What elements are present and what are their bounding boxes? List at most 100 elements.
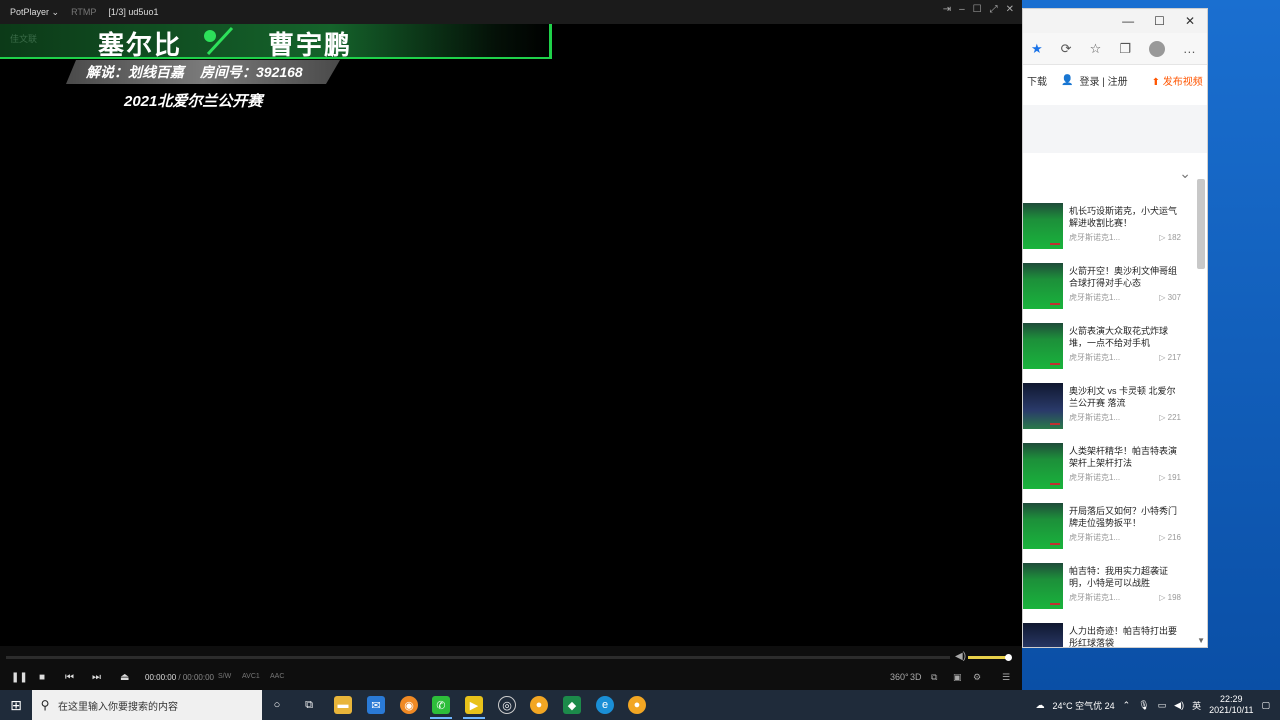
- audio-codec[interactable]: AAC: [270, 673, 284, 680]
- close-icon[interactable]: ✕: [1006, 4, 1014, 15]
- clock[interactable]: 22:29 2021/10/11: [1209, 694, 1253, 716]
- video-thumbnail[interactable]: [1023, 323, 1063, 369]
- video-info: 人力出奇迹！帕吉特打出要彤红球落袋: [1069, 623, 1181, 647]
- weather-icon[interactable]: ☁: [1036, 700, 1045, 711]
- video-thumbnail[interactable]: [1023, 263, 1063, 309]
- app-orange2-icon[interactable]: ●: [628, 696, 646, 714]
- fullscreen-icon[interactable]: ⤢: [990, 4, 998, 15]
- player-titlebar: PotPlayer ⌄ RTMP [1/3] ud5uo1 ⇥ – ☐ ⤢ ✕: [0, 0, 1022, 24]
- eject-icon[interactable]: ⏏: [120, 672, 129, 683]
- video-list-item[interactable]: 帕吉特：我用实力超袭证明，小特是可以战胜 虎牙斯诺克1... ▷ 198: [1023, 563, 1181, 623]
- previous-icon[interactable]: ⏮: [65, 672, 74, 683]
- task-view-icon[interactable]: ⧉: [300, 696, 318, 714]
- cortana-icon[interactable]: ○: [268, 696, 286, 714]
- maximize-icon[interactable]: ☐: [973, 4, 982, 15]
- video-title[interactable]: 开局落后又如何？小特秀门牌走位强势扳平！: [1069, 505, 1181, 529]
- capture-icon[interactable]: ⧉: [931, 672, 937, 683]
- login-link[interactable]: 登录 | 注册: [1079, 73, 1127, 88]
- start-button[interactable]: ⊞: [0, 690, 32, 720]
- chevron-down-icon[interactable]: ⌄: [1179, 165, 1191, 182]
- profile-avatar[interactable]: [1148, 40, 1165, 57]
- minimize-icon[interactable]: —: [1122, 14, 1134, 28]
- close-icon[interactable]: ✕: [1185, 14, 1195, 28]
- video-title[interactable]: 人力出奇迹！帕吉特打出要彤红球落袋: [1069, 625, 1181, 647]
- next-icon[interactable]: ⏭: [92, 672, 101, 683]
- room-number: 房间号：392168: [200, 64, 303, 80]
- video-meta: 虎牙斯诺克1... ▷ 216: [1069, 532, 1181, 544]
- sw-toggle[interactable]: S/W: [218, 673, 231, 680]
- video-title[interactable]: 帕吉特：我用实力超袭证明，小特是可以战胜: [1069, 565, 1181, 589]
- speaker-icon[interactable]: ◀): [1174, 700, 1184, 711]
- video-list-item[interactable]: 火箭表演大众取花式炸球堆，一点不给对手机 虎牙斯诺克1... ▷ 217: [1023, 323, 1181, 383]
- video-list-item[interactable]: 奥沙利文 vs 卡灵顿 北爱尔兰公开赛 落流 虎牙斯诺克1... ▷ 221: [1023, 383, 1181, 443]
- settings-icon[interactable]: ⚙: [973, 672, 981, 683]
- video-title[interactable]: 人类架杆精华！帕吉特表演架杆上架杆打法: [1069, 445, 1181, 469]
- taskbar-search[interactable]: ⚲ 在这里输入你要搜索的内容: [32, 690, 262, 720]
- volume-icon[interactable]: ◀): [955, 651, 966, 662]
- weather-text[interactable]: 24°C 空气优 24: [1053, 699, 1115, 712]
- playlist-toggle-icon[interactable]: ▣: [953, 672, 962, 683]
- tray-expand-icon[interactable]: ⌃: [1123, 700, 1131, 711]
- video-thumbnail[interactable]: [1023, 443, 1063, 489]
- browser-app-icon[interactable]: ◉: [400, 696, 418, 714]
- video-thumbnail[interactable]: [1023, 623, 1063, 647]
- video-channel: 虎牙斯诺克1...: [1069, 233, 1121, 242]
- video-thumbnail[interactable]: [1023, 503, 1063, 549]
- mail-icon[interactable]: ✉: [367, 696, 385, 714]
- expand-dropdown[interactable]: ⌄: [1023, 153, 1207, 193]
- total-time: 00:00:00: [182, 673, 214, 682]
- pin-icon[interactable]: ⇥: [943, 4, 951, 15]
- search-icon: ⚲: [40, 698, 50, 712]
- file-explorer-icon[interactable]: ▬: [334, 696, 352, 714]
- favorites-list-icon[interactable]: ☆: [1090, 41, 1102, 57]
- upload-label: 发布视频: [1162, 76, 1203, 88]
- video-codec[interactable]: AVC1: [242, 673, 260, 680]
- download-link[interactable]: 下载: [1027, 73, 1047, 88]
- more-icon[interactable]: …: [1183, 41, 1196, 56]
- video-list-item[interactable]: 开局落后又如何？小特秀门牌走位强势扳平！ 虎牙斯诺克1... ▷ 216: [1023, 503, 1181, 563]
- video-info: 机长巧设斯诺克，小犬运气解进收割比赛！ 虎牙斯诺克1... ▷ 182: [1069, 203, 1181, 263]
- video-list-item[interactable]: 火箭开空！奥沙利文伸哥组合球打得对手心态 虎牙斯诺克1... ▷ 307: [1023, 263, 1181, 323]
- volume-knob[interactable]: [1005, 654, 1012, 661]
- microphone-icon[interactable]: 🎙: [1138, 700, 1149, 711]
- app-orange-icon[interactable]: ●: [530, 696, 548, 714]
- maximize-icon[interactable]: ☐: [1154, 14, 1165, 28]
- pause-icon[interactable]: ❚❚: [11, 672, 28, 683]
- wechat-icon[interactable]: ✆: [432, 696, 450, 714]
- video-list-item[interactable]: 人类架杆精华！帕吉特表演架杆上架杆打法 虎牙斯诺克1... ▷ 191: [1023, 443, 1181, 503]
- menu-icon[interactable]: ☰: [1002, 672, 1010, 683]
- obs-icon[interactable]: ◎: [498, 696, 516, 714]
- vr360-toggle[interactable]: 360°: [890, 672, 909, 682]
- minimize-icon[interactable]: –: [959, 4, 965, 15]
- video-thumbnail[interactable]: [1023, 383, 1063, 429]
- potplayer-active-indicator: [463, 717, 485, 719]
- video-title[interactable]: 奥沙利文 vs 卡灵顿 北爱尔兰公开赛 落流: [1069, 385, 1181, 409]
- video-title[interactable]: 火箭表演大众取花式炸球堆，一点不给对手机: [1069, 325, 1181, 349]
- video-title[interactable]: 机长巧设斯诺克，小犬运气解进收割比赛！: [1069, 205, 1181, 229]
- network-icon[interactable]: ▭: [1158, 700, 1167, 711]
- ime-indicator[interactable]: 英: [1192, 699, 1201, 712]
- favorite-star-icon[interactable]: ★: [1031, 41, 1043, 57]
- scrollbar[interactable]: [1197, 179, 1205, 269]
- refresh-icon[interactable]: ⟳: [1061, 41, 1072, 57]
- video-list-item[interactable]: 机长巧设斯诺克，小犬运气解进收割比赛！ 虎牙斯诺克1... ▷ 182: [1023, 203, 1181, 263]
- stereo3d-toggle[interactable]: 3D: [910, 672, 922, 682]
- scroll-down-icon[interactable]: ▼: [1197, 636, 1205, 645]
- app-green-icon[interactable]: ◆: [563, 696, 581, 714]
- collections-icon[interactable]: ❐: [1119, 41, 1131, 57]
- notification-icon[interactable]: ▢: [1261, 700, 1270, 711]
- video-thumbnail[interactable]: [1023, 563, 1063, 609]
- windows-icon: ⊞: [10, 696, 22, 713]
- video-list-item[interactable]: 人力出奇迹！帕吉特打出要彤红球落袋: [1023, 623, 1181, 647]
- upload-video-link[interactable]: ⬆ 发布视频: [1152, 73, 1203, 88]
- stop-icon[interactable]: ■: [39, 672, 45, 683]
- potplayer-icon[interactable]: ▶: [465, 696, 483, 714]
- video-title[interactable]: 火箭开空！奥沙利文伸哥组合球打得对手心态: [1069, 265, 1181, 289]
- cue-ball-icon: [204, 26, 234, 56]
- edge-icon[interactable]: e: [596, 696, 614, 714]
- volume-slider[interactable]: [968, 654, 1012, 661]
- potplayer-menu[interactable]: PotPlayer ⌄: [0, 7, 59, 18]
- video-thumbnail[interactable]: [1023, 203, 1063, 249]
- seek-bar[interactable]: [6, 656, 950, 659]
- video-area[interactable]: 佳文联 塞尔比 曹宇鹏 解说：划线百嘉 房间号：392168 2021北爱尔兰公…: [0, 24, 1022, 646]
